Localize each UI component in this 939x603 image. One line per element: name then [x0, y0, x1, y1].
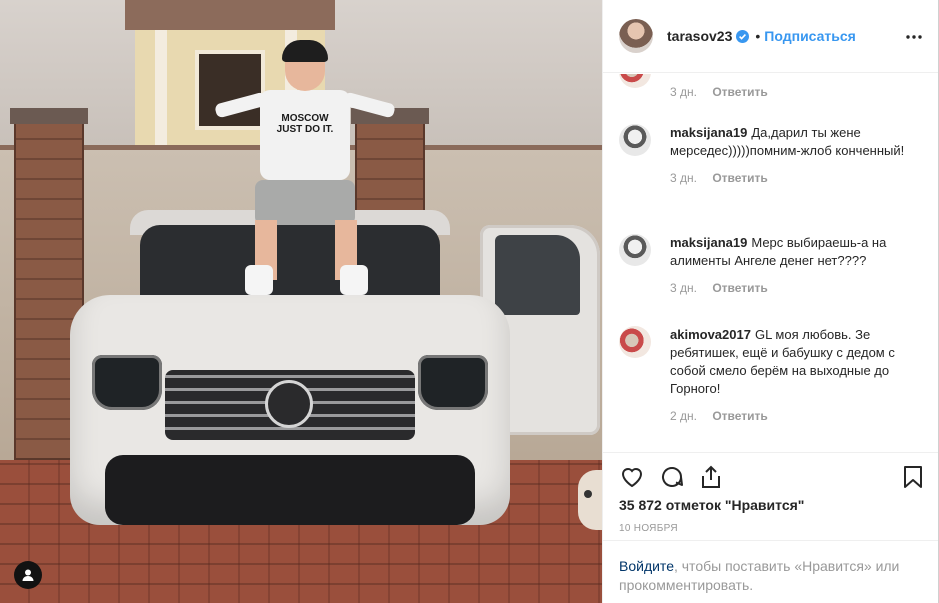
commenter-avatar[interactable] — [619, 326, 651, 358]
post-actions-bar — [603, 452, 938, 499]
comment-time: 3 дн. — [670, 281, 697, 295]
commenter-username[interactable]: maksijana19 — [670, 235, 747, 250]
author-avatar[interactable] — [619, 19, 653, 53]
comments-list[interactable]: 3 дн. Ответить maksijana19 Да,дарил ты же… — [603, 74, 938, 452]
login-prompt: Войдите, чтобы поставить «Нравится» или … — [603, 540, 938, 603]
reply-button[interactable]: Ответить — [712, 85, 767, 99]
commenter-avatar[interactable] — [619, 124, 651, 156]
reply-button[interactable]: Ответить — [712, 281, 767, 295]
more-icon[interactable] — [906, 26, 922, 44]
login-link[interactable]: Войдите — [619, 558, 674, 574]
comment-item: maksijana19 Мерс выбираешь-а на алименты … — [619, 234, 924, 295]
comment-icon[interactable] — [659, 464, 685, 490]
bookmark-icon[interactable] — [900, 464, 926, 490]
comment-item: 3 дн. Ответить — [619, 74, 924, 99]
commenter-avatar[interactable] — [619, 234, 651, 266]
post-side-panel: tarasov23 • Подписаться 3 дн. Ответить m… — [602, 0, 939, 603]
header-separator: • — [755, 28, 761, 44]
photo-shirt-text: MOSCOW JUST DO IT. — [276, 113, 334, 135]
post-date: 10 НОЯБРЯ — [619, 523, 678, 534]
likes-count[interactable]: 35 872 отметок "Нравится" — [619, 497, 804, 513]
reply-button[interactable]: Ответить — [712, 409, 767, 423]
user-tag-icon[interactable] — [14, 561, 42, 589]
photo-person — [214, 40, 396, 300]
comment-time: 3 дн. — [670, 85, 697, 99]
commenter-username[interactable]: akimova2017 — [670, 327, 751, 342]
post-header: tarasov23 • Подписаться — [603, 0, 938, 73]
post-photo[interactable]: MOSCOW JUST DO IT. — [0, 0, 602, 603]
follow-button[interactable]: Подписаться — [764, 28, 856, 44]
comment-item: maksijana19 Да,дарил ты жене мерседес))))… — [619, 124, 924, 185]
verified-badge-icon — [736, 29, 750, 43]
commenter-username[interactable]: maksijana19 — [670, 125, 747, 140]
share-icon[interactable] — [698, 464, 724, 490]
comment-time: 2 дн. — [670, 409, 697, 423]
photo-dog — [578, 470, 602, 530]
heart-icon[interactable] — [619, 464, 645, 490]
reply-button[interactable]: Ответить — [712, 171, 767, 185]
commenter-avatar[interactable] — [619, 74, 651, 88]
author-username[interactable]: tarasov23 — [667, 28, 732, 44]
comment-item: akimova2017 GL моя любовь. Зе ребятишек, … — [619, 326, 924, 423]
comment-time: 3 дн. — [670, 171, 697, 185]
